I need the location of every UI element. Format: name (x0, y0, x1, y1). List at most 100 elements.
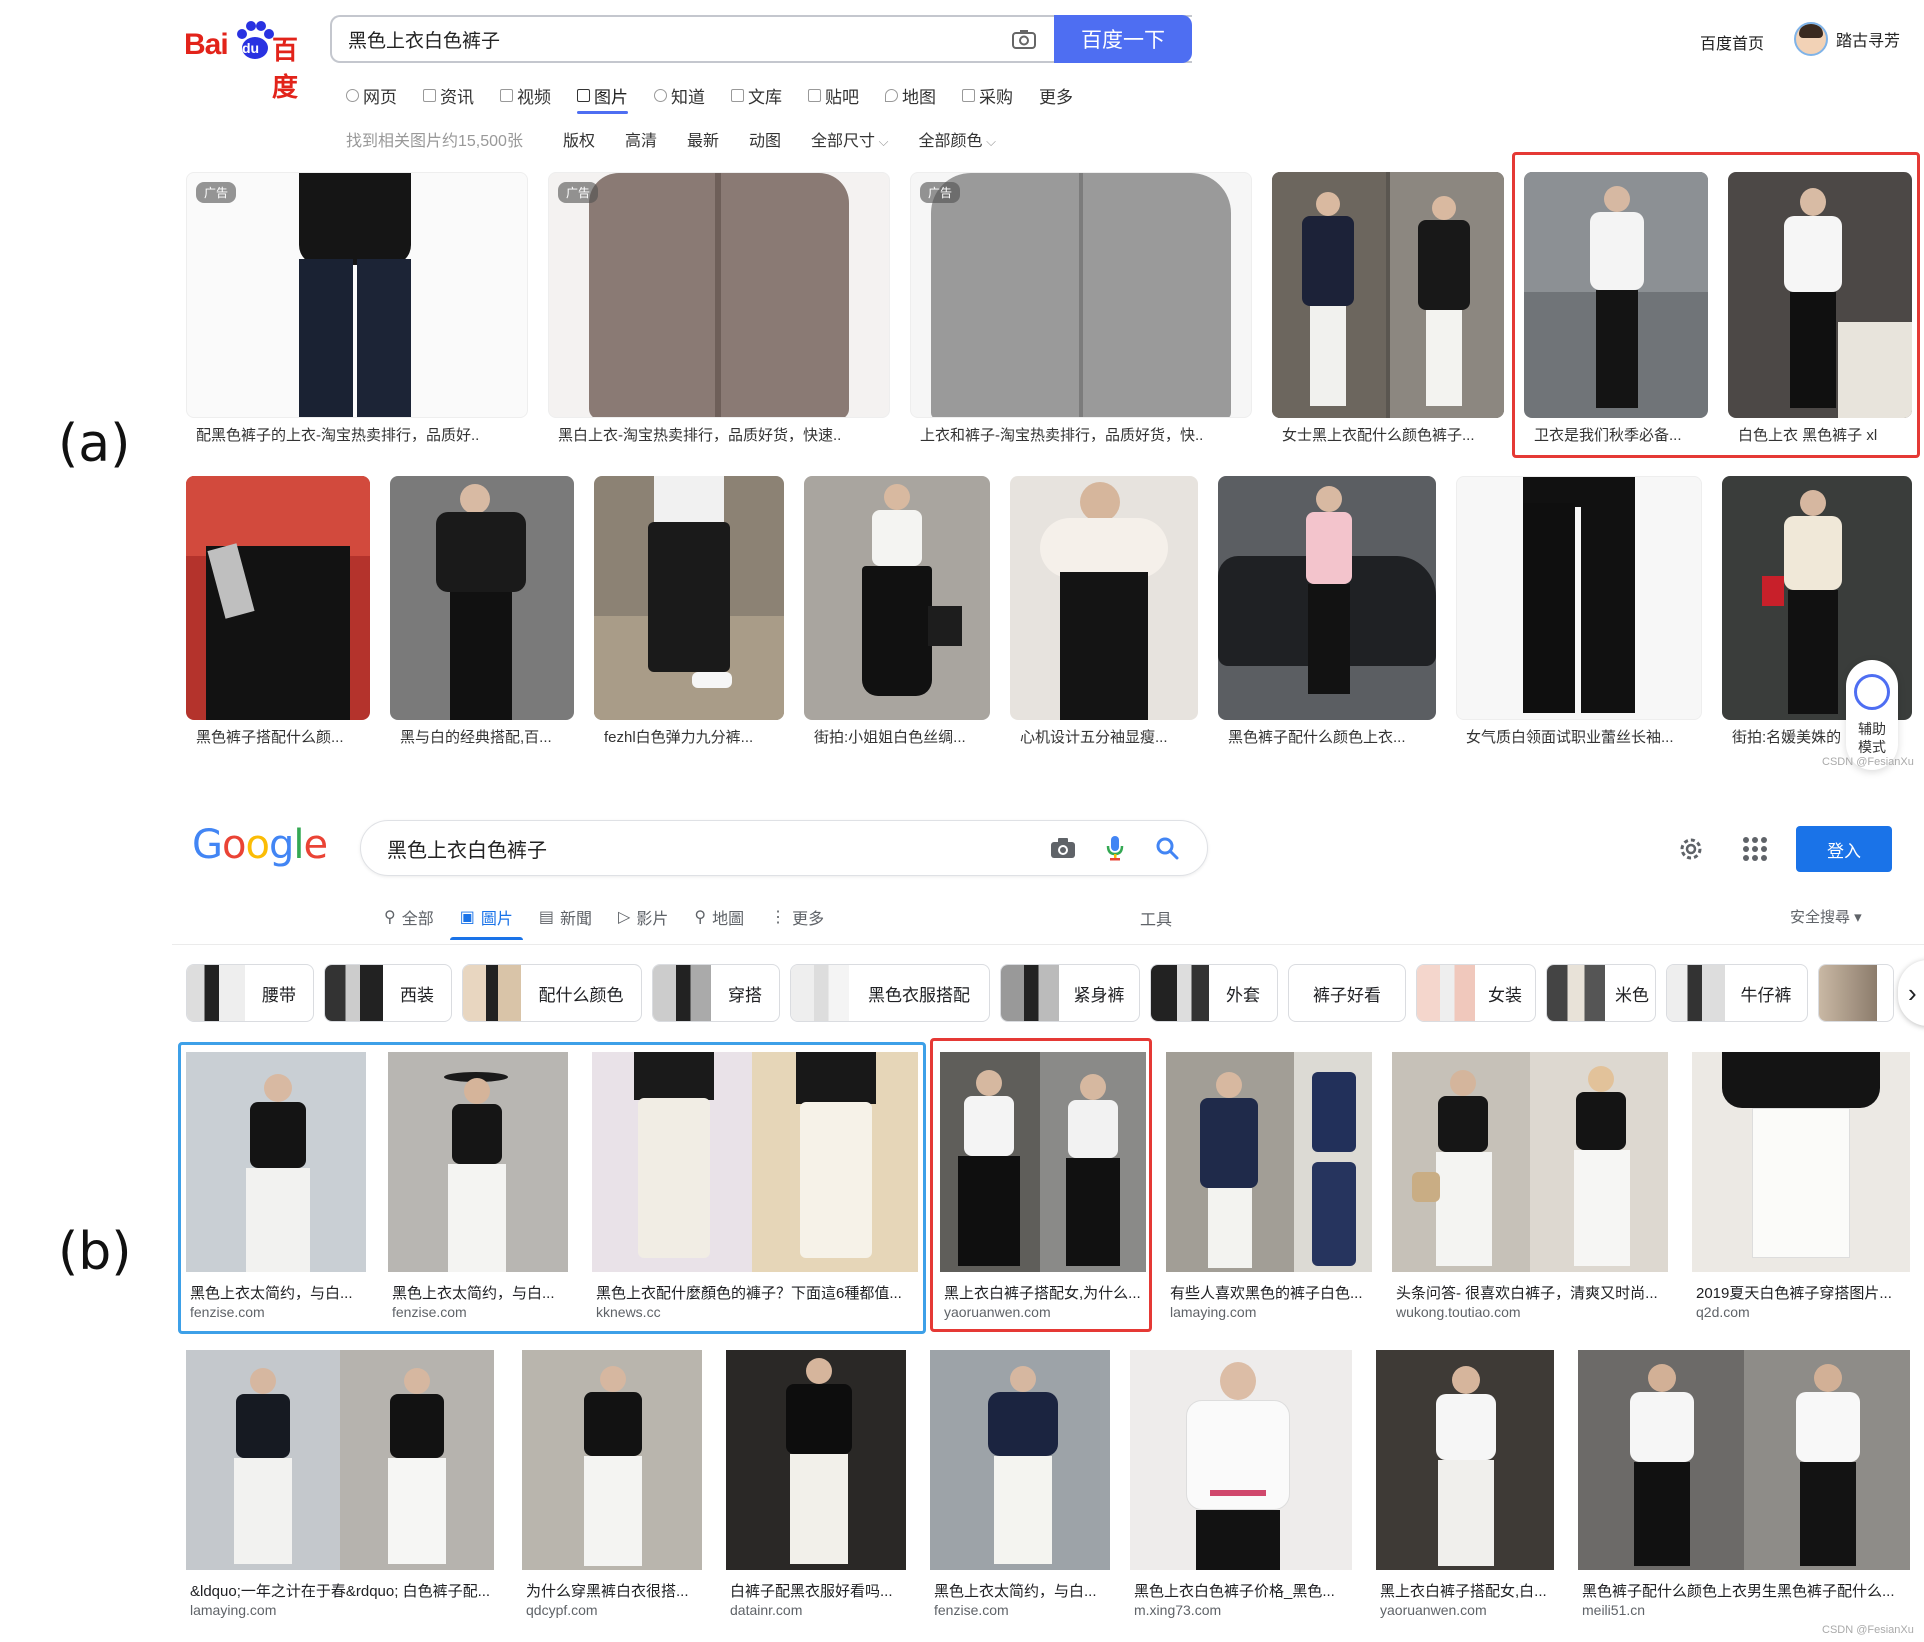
result-caption[interactable]: 头条问答- 很喜欢白裤子，清爽又时尚... (1396, 1282, 1666, 1303)
result-caption[interactable]: 上衣和裤子-淘宝热卖排行，品质好货，快.. (920, 424, 1248, 445)
image-result[interactable]: 广告 上衣和裤子-淘宝热卖排行，品质好货，快.. (910, 172, 1252, 452)
result-source[interactable]: meili51.cn (1582, 1602, 1908, 1618)
image-result[interactable]: 黑色上衣太简约，与白... fenzise.com (930, 1350, 1110, 1626)
result-caption[interactable]: 黑色裤子搭配什么颜... (196, 726, 366, 747)
result-caption[interactable]: 黑白上衣-淘宝热卖排行，品质好货，快速.. (558, 424, 886, 445)
result-caption[interactable]: 黑上衣白裤子搭配女,白... (1380, 1580, 1552, 1601)
tab-video[interactable]: 视频 (500, 80, 551, 110)
result-caption[interactable]: 黑色裤子配什么颜色上衣... (1228, 726, 1432, 747)
result-source[interactable]: lamaying.com (1170, 1304, 1370, 1320)
result-source[interactable]: datainr.com (730, 1602, 904, 1618)
tab-zhidao[interactable]: 知道 (654, 80, 705, 110)
related-chip[interactable]: 裤子好看 (1288, 964, 1406, 1022)
assist-mode-button[interactable]: 辅助 模式 (1846, 660, 1898, 770)
result-caption[interactable]: 白裤子配黑衣服好看吗... (730, 1580, 904, 1601)
result-caption[interactable]: 女气质白领面试职业蕾丝长袖... (1466, 726, 1698, 747)
microphone-icon[interactable] (1089, 822, 1141, 874)
result-caption[interactable]: 配黑色裤子的上衣-淘宝热卖排行，品质好.. (196, 424, 524, 445)
result-source[interactable]: q2d.com (1696, 1304, 1908, 1320)
image-result[interactable]: 为什么穿黑裤白衣很搭... qdcypf.com (522, 1350, 702, 1626)
result-caption[interactable]: 黑与白的经典搭配,百... (400, 726, 570, 747)
image-result[interactable]: 黑与白的经典搭配,百... (390, 476, 574, 752)
tab-news[interactable]: ▤ 新聞 (539, 902, 592, 932)
result-thumbnail[interactable] (910, 172, 1252, 418)
image-result[interactable]: 黑色上衣白色裤子价格_黑色... m.xing73.com (1130, 1350, 1352, 1626)
filter-hd[interactable]: 高清 (625, 127, 657, 151)
related-chip[interactable]: 牛仔裤 (1666, 964, 1808, 1022)
tab-all[interactable]: ⚲ 全部 (384, 902, 434, 932)
related-chip[interactable]: 穿搭 (652, 964, 780, 1022)
filter-latest[interactable]: 最新 (687, 127, 719, 151)
baidu-search-button[interactable]: 百度一下 (1054, 15, 1192, 63)
tab-tieba[interactable]: 贴吧 (808, 80, 859, 110)
result-thumbnail[interactable] (1578, 1350, 1910, 1570)
result-caption[interactable]: 女士黑上衣配什么颜色裤子... (1282, 424, 1500, 445)
image-result[interactable]: 2019夏天白色裤子穿搭图片... q2d.com (1692, 1052, 1910, 1328)
filter-copyright[interactable]: 版权 (563, 127, 595, 151)
chevron-right-icon[interactable]: › (1898, 960, 1924, 1026)
related-chip-partial[interactable] (1818, 964, 1894, 1022)
user-menu[interactable]: 踏古寻芳 (1794, 22, 1900, 56)
tab-more[interactable]: ⋮ 更多 (770, 902, 824, 932)
gear-icon[interactable] (1676, 834, 1706, 864)
result-caption[interactable]: 黑色裤子配什么颜色上衣男生黑色裤子配什么... (1582, 1580, 1908, 1601)
result-source[interactable]: lamaying.com (190, 1602, 492, 1618)
result-caption[interactable]: fezhl白色弹力九分裤... (604, 726, 780, 747)
image-result[interactable]: 头条问答- 很喜欢白裤子，清爽又时尚... wukong.toutiao.com (1392, 1052, 1668, 1328)
result-caption[interactable]: 心机设计五分袖显瘦... (1020, 726, 1194, 747)
tab-more[interactable]: 更多 (1039, 80, 1073, 110)
tab-wenku[interactable]: 文库 (731, 80, 782, 110)
result-thumbnail[interactable] (390, 476, 574, 720)
result-caption[interactable]: 为什么穿黑裤白衣很搭... (526, 1580, 700, 1601)
tab-shopping[interactable]: 采购 (962, 80, 1013, 110)
tab-web[interactable]: 网页 (346, 80, 397, 110)
result-caption[interactable]: 街拍:小姐姐白色丝绸... (814, 726, 986, 747)
result-thumbnail[interactable] (1692, 1052, 1910, 1272)
result-thumbnail[interactable] (930, 1350, 1110, 1570)
result-caption[interactable]: 有些人喜欢黑色的裤子白色... (1170, 1282, 1370, 1303)
google-search-box[interactable]: 黑色上衣白色裤子 (360, 820, 1208, 876)
result-thumbnail[interactable] (186, 1350, 494, 1570)
search-icon[interactable] (1141, 822, 1193, 874)
username[interactable]: 踏古寻芳 (1836, 27, 1900, 51)
result-source[interactable]: qdcypf.com (526, 1602, 700, 1618)
result-caption[interactable]: 2019夏天白色裤子穿搭图片... (1696, 1282, 1908, 1303)
image-result[interactable]: 黑上衣白裤子搭配女,白... yaoruanwen.com (1376, 1350, 1554, 1626)
tab-news[interactable]: 资讯 (423, 80, 474, 110)
safe-search-dropdown[interactable]: 安全搜尋 ▾ (1790, 906, 1862, 927)
filter-size-dropdown[interactable]: 全部尺寸 (811, 127, 888, 151)
tab-videos[interactable]: ▷ 影片 (618, 902, 668, 932)
avatar[interactable] (1794, 22, 1828, 56)
tab-images[interactable]: 图片 (577, 80, 628, 114)
result-thumbnail[interactable] (1376, 1350, 1554, 1570)
image-result[interactable]: 心机设计五分袖显瘦... (1010, 476, 1198, 752)
result-thumbnail[interactable] (548, 172, 890, 418)
result-thumbnail[interactable] (726, 1350, 906, 1570)
image-result[interactable]: 女士黑上衣配什么颜色裤子... (1272, 172, 1504, 452)
google-search-input[interactable]: 黑色上衣白色裤子 (361, 834, 1037, 863)
image-result[interactable]: 女气质白领面试职业蕾丝长袖... (1456, 476, 1702, 752)
apps-grid-icon[interactable] (1740, 834, 1770, 864)
filter-animated[interactable]: 动图 (749, 127, 781, 151)
camera-icon[interactable] (1037, 822, 1089, 874)
related-chip[interactable]: 女装 (1416, 964, 1536, 1022)
related-chip[interactable]: 配什么颜色 (462, 964, 642, 1022)
result-source[interactable]: m.xing73.com (1134, 1602, 1350, 1618)
result-source[interactable]: fenzise.com (934, 1602, 1108, 1618)
result-thumbnail[interactable] (1010, 476, 1198, 720)
image-result[interactable]: 有些人喜欢黑色的裤子白色... lamaying.com (1166, 1052, 1372, 1328)
result-source[interactable]: wukong.toutiao.com (1396, 1304, 1666, 1320)
result-caption[interactable]: 黑色上衣白色裤子价格_黑色... (1134, 1580, 1350, 1601)
tools-button[interactable]: 工具 (1140, 906, 1172, 930)
related-chip[interactable]: 西装 (324, 964, 452, 1022)
baidu-search-input[interactable]: 黑色上衣白色裤子 (332, 26, 996, 53)
image-result[interactable]: 广告 配黑色裤子的上衣-淘宝热卖排行，品质好.. (186, 172, 528, 452)
tab-images[interactable]: ▣ 圖片 (449, 902, 524, 940)
result-thumbnail[interactable] (186, 172, 528, 418)
image-result[interactable]: 白裤子配黑衣服好看吗... datainr.com (726, 1350, 906, 1626)
google-logo[interactable]: Google (192, 822, 328, 868)
result-thumbnail[interactable] (1456, 476, 1702, 720)
image-result[interactable]: 黑色裤子配什么颜色上衣男生黑色裤子配什么... meili51.cn (1578, 1350, 1910, 1626)
image-result[interactable]: 广告 黑白上衣-淘宝热卖排行，品质好货，快速.. (548, 172, 890, 452)
result-thumbnail[interactable] (522, 1350, 702, 1570)
